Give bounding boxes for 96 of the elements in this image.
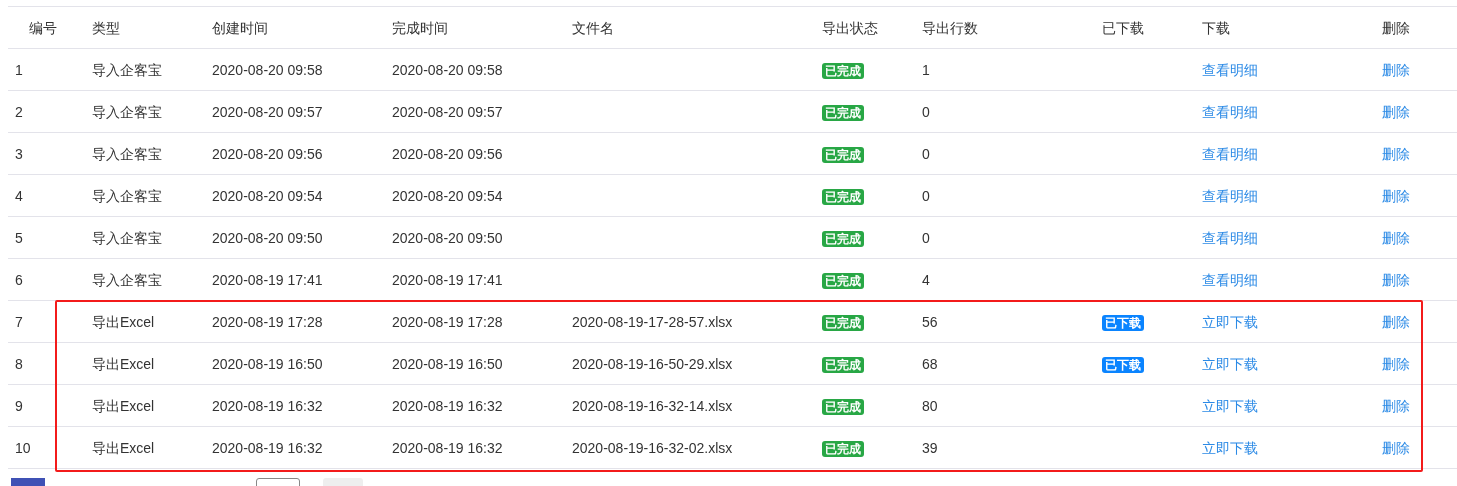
delete-link[interactable]: 删除 (1382, 229, 1410, 246)
column-header: 删除 (1382, 19, 1410, 36)
downloaded-badge: 已下载 (1102, 314, 1144, 331)
table-cell: 56 (922, 313, 938, 330)
table-cell: 2020-08-20 09:56 (212, 145, 323, 162)
table-cell: 2020-08-19 16:32 (212, 439, 323, 456)
delete-link[interactable]: 删除 (1382, 145, 1410, 162)
status-badge: 已完成 (822, 62, 864, 79)
table-cell: 导出Excel (92, 313, 155, 330)
table-cell: 2020-08-20 09:56 (392, 145, 503, 162)
table-cell: 2020-08-20 09:54 (212, 187, 323, 204)
download-link[interactable]: 立即下载 (1202, 439, 1258, 456)
table-cell: 2020-08-19 16:32 (392, 397, 503, 414)
download-link[interactable]: 查看明细 (1202, 271, 1258, 288)
status-badge: 已完成 (822, 356, 864, 373)
table-cell: 2020-08-19 17:28 (212, 313, 323, 330)
row-number: 5 (15, 229, 23, 246)
table-cell: 0 (922, 145, 930, 162)
table-cell: 0 (922, 229, 930, 246)
file-name: 2020-08-19-17-28-57.xlsx (572, 313, 733, 330)
table-cell: 2020-08-19 17:28 (392, 313, 503, 330)
download-link[interactable]: 查看明细 (1202, 145, 1258, 162)
table-cell: 2020-08-20 09:57 (212, 103, 323, 120)
table-cell: 68 (922, 355, 938, 372)
table-cell: 1 (922, 61, 930, 78)
row-number: 10 (15, 439, 31, 456)
column-header: 完成时间 (392, 19, 448, 36)
table-cell: 0 (922, 103, 930, 120)
table-cell: 导入企客宝 (92, 187, 162, 204)
row-number: 7 (15, 313, 23, 330)
row-number: 6 (15, 271, 23, 288)
delete-link[interactable]: 删除 (1382, 103, 1410, 120)
row-number: 3 (15, 145, 23, 162)
table-cell: 39 (922, 439, 938, 456)
downloaded-badge: 已下载 (1102, 356, 1144, 373)
table-cell: 导入企客宝 (92, 229, 162, 246)
status-badge: 已完成 (822, 314, 864, 331)
column-header: 创建时间 (212, 19, 268, 36)
status-badge: 已完成 (822, 104, 864, 121)
table-cell: 0 (922, 187, 930, 204)
row-number: 9 (15, 397, 23, 414)
table-cell: 2020-08-20 09:57 (392, 103, 503, 120)
download-link[interactable]: 查看明细 (1202, 103, 1258, 120)
table-cell: 导出Excel (92, 439, 155, 456)
column-header: 导出行数 (922, 19, 978, 36)
table-cell: 2020-08-20 09:50 (212, 229, 323, 246)
table-cell: 2020-08-19 16:50 (212, 355, 323, 372)
delete-link[interactable]: 删除 (1382, 271, 1410, 288)
status-badge: 已完成 (822, 272, 864, 289)
delete-link[interactable]: 删除 (1382, 355, 1410, 372)
download-link[interactable]: 立即下载 (1202, 355, 1258, 372)
delete-link[interactable]: 删除 (1382, 397, 1410, 414)
column-header: 导出状态 (822, 19, 878, 36)
status-badge: 已完成 (822, 188, 864, 205)
column-header: 下载 (1202, 19, 1230, 36)
column-header: 编号 (29, 19, 57, 36)
table-cell: 导出Excel (92, 397, 155, 414)
row-number: 4 (15, 187, 23, 204)
table-cell: 4 (922, 271, 930, 288)
column-header: 已下载 (1102, 19, 1144, 36)
delete-link[interactable]: 删除 (1382, 187, 1410, 204)
file-name: 2020-08-19-16-50-29.xlsx (572, 355, 733, 372)
file-name: 2020-08-19-16-32-14.xlsx (572, 397, 733, 414)
table-cell: 2020-08-20 09:58 (212, 61, 323, 78)
table-cell: 2020-08-20 09:54 (392, 187, 503, 204)
table-cell: 2020-08-20 09:50 (392, 229, 503, 246)
table-cell: 导出Excel (92, 355, 155, 372)
download-link[interactable]: 查看明细 (1202, 187, 1258, 204)
download-link[interactable]: 查看明细 (1202, 229, 1258, 246)
table-cell: 2020-08-19 17:41 (392, 271, 503, 288)
status-badge: 已完成 (822, 398, 864, 415)
table-cell: 导入企客宝 (92, 271, 162, 288)
table-cell: 导入企客宝 (92, 145, 162, 162)
download-link[interactable]: 立即下载 (1202, 313, 1258, 330)
file-name: 2020-08-19-16-32-02.xlsx (572, 439, 733, 456)
download-link[interactable]: 查看明细 (1202, 61, 1258, 78)
column-header: 类型 (92, 19, 120, 36)
status-badge: 已完成 (822, 440, 864, 457)
delete-link[interactable]: 删除 (1382, 439, 1410, 456)
status-badge: 已完成 (822, 146, 864, 163)
table-cell: 2020-08-20 09:58 (392, 61, 503, 78)
row-number: 1 (15, 61, 23, 78)
table-cell: 导入企客宝 (92, 103, 162, 120)
table-cell: 2020-08-19 16:32 (212, 397, 323, 414)
table-cell: 80 (922, 397, 938, 414)
table-cell: 导入企客宝 (92, 61, 162, 78)
table-cell: 2020-08-19 16:32 (392, 439, 503, 456)
column-header: 文件名 (572, 19, 614, 36)
status-badge: 已完成 (822, 230, 864, 247)
row-number: 8 (15, 355, 23, 372)
delete-link[interactable]: 删除 (1382, 313, 1410, 330)
delete-link[interactable]: 删除 (1382, 61, 1410, 78)
table-cell: 2020-08-19 17:41 (212, 271, 323, 288)
download-link[interactable]: 立即下载 (1202, 397, 1258, 414)
table-cell: 2020-08-19 16:50 (392, 355, 503, 372)
row-number: 2 (15, 103, 23, 120)
